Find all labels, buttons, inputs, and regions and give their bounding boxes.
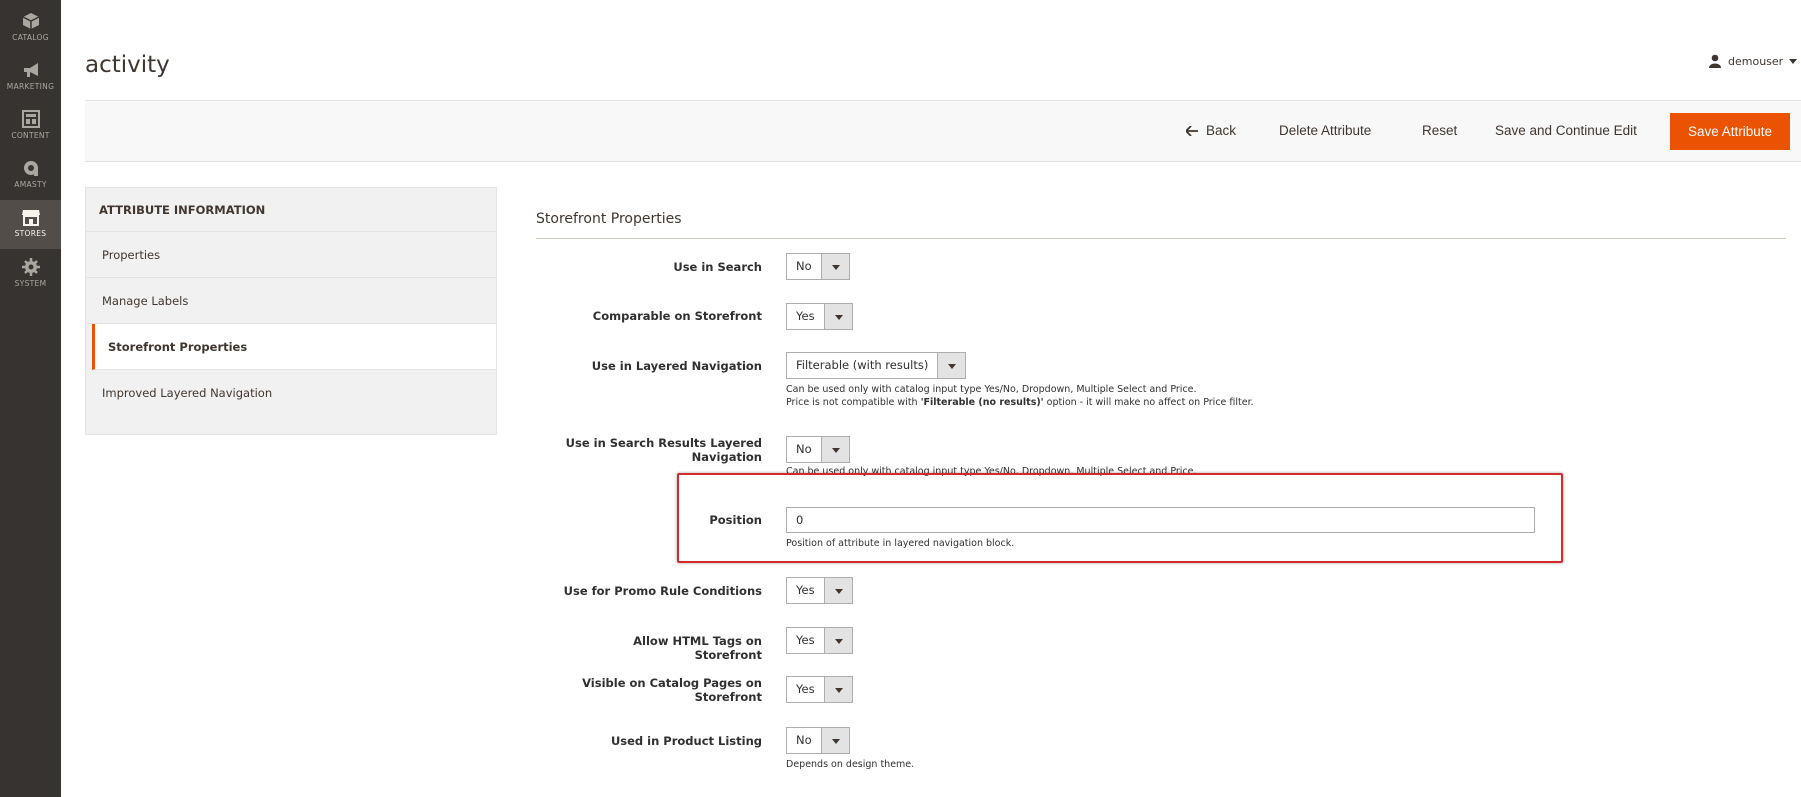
promo-rules-label: Use for Promo Rule Conditions (563, 584, 762, 598)
nav-label: CATALOG (12, 33, 49, 42)
nav-catalog[interactable]: CATALOG (0, 4, 61, 53)
chevron-down-icon (820, 728, 849, 753)
nav-content[interactable]: CONTENT (0, 102, 61, 151)
delete-attribute-button[interactable]: Delete Attribute (1279, 113, 1371, 149)
note-text: Price is not compatible with (786, 397, 921, 408)
note-bold: 'Filterable (no results)' (920, 397, 1044, 408)
admin-sidebar: CATALOG MARKETING CONTENT AMASTY STORES … (0, 0, 61, 797)
nav-amasty[interactable]: AMASTY (0, 151, 61, 200)
back-label: Back (1206, 123, 1237, 138)
tab-improved-layered-navigation[interactable]: Improved Layered Navigation (86, 370, 496, 416)
select-value: Yes (796, 583, 815, 597)
search-layered-nav-select[interactable]: No (786, 436, 850, 463)
layered-nav-note: Can be used only with catalog input type… (786, 384, 1197, 395)
layered-nav-select[interactable]: Filterable (with results) (786, 352, 967, 379)
search-layered-nav-note: Can be used only with catalog input type… (786, 466, 1197, 477)
chevron-down-icon (823, 628, 852, 653)
page-title: activity (85, 52, 170, 78)
tabs-heading: ATTRIBUTE INFORMATION (86, 188, 496, 232)
select-value: Yes (796, 633, 815, 647)
visible-catalog-label: Visible on Catalog Pages on Storefront (582, 676, 762, 704)
chevron-down-icon (823, 304, 852, 329)
product-listing-select[interactable]: No (786, 727, 850, 754)
chevron-down-icon (823, 677, 852, 702)
nav-stores[interactable]: STORES (0, 200, 61, 249)
layout-icon (21, 110, 40, 128)
user-icon (1709, 54, 1721, 68)
chevron-down-icon (820, 437, 849, 462)
select-value: Yes (796, 309, 815, 323)
section-title: Storefront Properties (536, 211, 682, 227)
promo-rules-select[interactable]: Yes (786, 577, 853, 604)
chevron-down-icon (820, 254, 849, 279)
tab-properties[interactable]: Properties (86, 232, 496, 278)
visible-catalog-select[interactable]: Yes (786, 676, 853, 703)
select-value: Filterable (with results) (796, 358, 929, 372)
product-listing-note: Depends on design theme. (786, 759, 915, 770)
nav-marketing[interactable]: MARKETING (0, 53, 61, 102)
store-icon (21, 210, 40, 226)
html-tags-select[interactable]: Yes (786, 627, 853, 654)
section-divider (536, 238, 1786, 239)
save-attribute-button[interactable]: Save Attribute (1670, 113, 1790, 150)
tab-storefront-properties[interactable]: Storefront Properties (92, 324, 496, 370)
chevron-down-icon (1789, 58, 1798, 64)
gear-icon (21, 258, 40, 276)
arrow-left-icon (1186, 126, 1198, 136)
nav-label: STORES (14, 229, 47, 238)
use-in-search-select[interactable]: No (786, 253, 850, 280)
select-value: Yes (796, 682, 815, 696)
megaphone-icon (23, 63, 38, 77)
product-listing-label: Used in Product Listing (610, 734, 762, 748)
layered-nav-price-note: Price is not compatible with 'Filterable… (786, 396, 1254, 409)
tab-manage-labels[interactable]: Manage Labels (86, 278, 496, 324)
html-tags-label: Allow HTML Tags on Storefront (633, 634, 762, 662)
search-layered-nav-label: Use in Search Results Layered Navigation (565, 436, 762, 464)
attribute-tabs: ATTRIBUTE INFORMATION Properties Manage … (85, 187, 497, 435)
nav-label: MARKETING (6, 82, 55, 91)
position-input[interactable] (786, 507, 1535, 533)
layered-nav-label: Use in Layered Navigation (591, 359, 762, 373)
chevron-down-icon (937, 353, 966, 378)
use-in-search-label: Use in Search (673, 260, 762, 274)
note-text: option - it will make no affect on Price… (1043, 397, 1254, 408)
select-value: No (796, 442, 812, 456)
cube-icon (22, 13, 39, 29)
amasty-logo-icon (23, 161, 38, 176)
nav-label: CONTENT (11, 131, 50, 140)
position-label: Position (709, 513, 762, 527)
nav-label: SYSTEM (14, 279, 47, 288)
select-value: No (796, 733, 812, 747)
username: demouser (1728, 54, 1784, 68)
comparable-select[interactable]: Yes (786, 303, 853, 330)
back-button[interactable]: Back (1186, 113, 1236, 149)
save-and-continue-button[interactable]: Save and Continue Edit (1495, 113, 1637, 149)
chevron-down-icon (823, 578, 852, 603)
position-note: Position of attribute in layered navigat… (786, 538, 1015, 549)
comparable-label: Comparable on Storefront (592, 309, 762, 323)
reset-button[interactable]: Reset (1422, 113, 1457, 149)
nav-system[interactable]: SYSTEM (0, 250, 61, 299)
nav-label: AMASTY (14, 180, 47, 189)
user-menu[interactable]: demouser (1708, 54, 1798, 68)
select-value: No (796, 259, 812, 273)
